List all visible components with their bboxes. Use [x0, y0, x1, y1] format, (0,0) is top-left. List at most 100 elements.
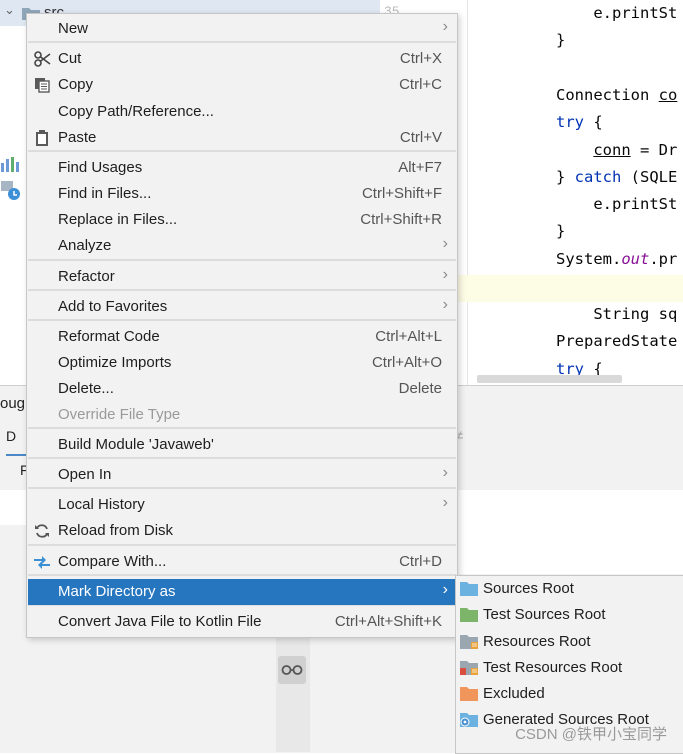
submenu-arrow-icon: ›	[442, 266, 448, 283]
submenu-item-resources-root[interactable]: Resources Root	[456, 629, 683, 655]
menu-item-label: Convert Java File to Kotlin File	[58, 613, 262, 630]
menu-item-label: Cut	[58, 50, 82, 67]
menu-item-label: Reload from Disk	[58, 522, 174, 539]
menu-item-paste[interactable]: Paste Ctrl+V	[28, 125, 456, 151]
code-token: }	[556, 222, 566, 240]
menu-item-label: Local History	[58, 496, 145, 513]
menu-item-add-to-favorites[interactable]: Add to Favorites ›	[28, 294, 456, 320]
code-token: .pr	[649, 250, 678, 268]
code-line: PreparedState	[556, 332, 677, 350]
submenu-item-test-resources-root[interactable]: Test Resources Root	[456, 655, 683, 681]
menu-item-mark-directory-as[interactable]: Mark Directory as ›	[28, 579, 456, 605]
menu-item-copy[interactable]: Copy Ctrl+C	[28, 72, 456, 98]
glasses-button[interactable]	[278, 656, 306, 684]
tool-window-tab[interactable]: D	[6, 428, 26, 456]
menu-item-analyze[interactable]: Analyze ›	[28, 233, 456, 259]
submenu-arrow-icon: ›	[442, 464, 448, 481]
menu-item-reload-from-disk[interactable]: Reload from Disk	[28, 518, 456, 544]
submenu-item-label: Resources Root	[483, 633, 591, 650]
code-token: e.printSt	[593, 4, 678, 22]
menu-item-label: Analyze	[58, 237, 112, 254]
glasses-icon	[281, 665, 303, 675]
menu-item-shortcut: Ctrl+Alt+Shift+K	[334, 613, 442, 630]
compare-icon	[33, 553, 51, 571]
code-token: catch	[574, 168, 622, 186]
code-token: {	[584, 113, 603, 131]
menu-item-shortcut: Ctrl+V	[399, 129, 442, 146]
menu-item-shortcut: Ctrl+C	[399, 76, 442, 93]
menu-item-optimize-imports[interactable]: Optimize Imports Ctrl+Alt+O	[28, 350, 456, 376]
menu-item-shortcut: Ctrl+Alt+O	[371, 354, 442, 371]
menu-item-copy-path-reference[interactable]: Copy Path/Reference...	[28, 99, 456, 125]
menu-item-shortcut: Ctrl+Alt+L	[375, 328, 442, 345]
submenu-item-label: Excluded	[483, 685, 545, 702]
code-line: e.printSt	[556, 4, 677, 22]
menu-item-shortcut: Delete	[398, 380, 442, 397]
menu-item-label: Copy Path/Reference...	[58, 103, 214, 120]
menu-item-compare-with[interactable]: Compare With... Ctrl+D	[28, 549, 456, 575]
code-token: try	[556, 113, 584, 131]
menu-item-label: Find Usages	[58, 159, 143, 176]
menu-item-override-file-type: Override File Type	[28, 402, 456, 428]
expand-chevron-icon[interactable]: ⌄	[4, 2, 15, 18]
menu-item-label: Compare With...	[58, 553, 167, 570]
menu-item-new[interactable]: New ›	[28, 16, 456, 42]
code-line: Connection co	[556, 86, 677, 104]
submenu-item-label: Sources Root	[483, 580, 574, 597]
menu-item-label: Replace in Files...	[58, 211, 178, 228]
menu-item-delete[interactable]: Delete... Delete	[28, 376, 456, 402]
editor-horizontal-scrollbar[interactable]	[477, 375, 622, 383]
submenu-item-test-sources-root[interactable]: Test Sources Root	[456, 602, 683, 628]
test-resources-root-folder-icon	[460, 660, 478, 675]
editor-gutter	[467, 0, 468, 385]
submenu-item-excluded[interactable]: Excluded	[456, 681, 683, 707]
menu-item-shortcut: Ctrl+D	[399, 553, 442, 570]
bar-chart-icon	[1, 157, 19, 172]
menu-item-find-usages[interactable]: Find Usages Alt+F7	[28, 155, 456, 181]
menu-item-shortcut: Alt+F7	[398, 159, 442, 176]
menu-item-replace-in-files[interactable]: Replace in Files... Ctrl+Shift+R	[28, 207, 456, 233]
submenu-item-sources-root[interactable]: Sources Root	[456, 576, 683, 602]
submenu-arrow-icon: ›	[442, 296, 448, 313]
code-token: e.printSt	[593, 195, 678, 213]
menu-item-label: Delete...	[58, 380, 114, 397]
code-line: conn = Dr	[556, 141, 677, 159]
generated-sources-root-folder-icon	[460, 712, 478, 727]
menu-item-build-module-javaweb[interactable]: Build Module 'Javaweb'	[28, 432, 456, 458]
code-token: Connection	[556, 86, 659, 104]
code-line: e.printSt	[556, 195, 677, 213]
menu-item-shortcut: Ctrl+Shift+F	[361, 185, 442, 202]
submenu-arrow-icon: ›	[442, 581, 448, 598]
menu-item-find-in-files[interactable]: Find in Files... Ctrl+Shift+F	[28, 181, 456, 207]
menu-item-local-history[interactable]: Local History ›	[28, 492, 456, 518]
menu-item-cut[interactable]: Cut Ctrl+X	[28, 46, 456, 72]
menu-item-label: Mark Directory as	[58, 583, 176, 600]
resources-root-folder-icon	[460, 634, 478, 649]
scheduled-task-icon	[1, 181, 20, 200]
menu-item-shortcut: Ctrl+Shift+R	[360, 211, 442, 228]
scissors-icon	[33, 50, 51, 68]
code-token: conn	[593, 141, 631, 159]
submenu-item-label: Test Sources Root	[483, 606, 606, 623]
menu-item-open-in[interactable]: Open In ›	[28, 462, 456, 488]
menu-separator	[28, 259, 456, 261]
code-line: String sq	[556, 305, 677, 323]
code-line: }	[556, 222, 565, 240]
code-line: } catch (SQLE	[556, 168, 677, 186]
menu-separator	[28, 544, 456, 546]
output-area	[458, 490, 683, 574]
code-line: try {	[556, 113, 603, 131]
menu-item-refactor[interactable]: Refactor ›	[28, 264, 456, 290]
code-token: }	[556, 31, 566, 49]
code-editor[interactable]: e.printSt} Connection co try { conn = Dr } …	[458, 0, 683, 385]
code-token: (SQLE	[621, 168, 678, 186]
menu-item-reformat-code[interactable]: Reformat Code Ctrl+Alt+L	[28, 324, 456, 350]
tool-window-label: oug	[0, 395, 26, 412]
menu-item-convert-java-file-to-kotlin-file[interactable]: Convert Java File to Kotlin File Ctrl+Alt…	[28, 609, 456, 635]
submenu-arrow-icon: ›	[442, 494, 448, 511]
code-token: }	[556, 168, 575, 186]
copy-icon	[33, 76, 51, 94]
code-token: PreparedState	[556, 332, 678, 350]
code-line: System.out.pr	[556, 250, 677, 268]
menu-item-label: Add to Favorites	[58, 298, 168, 315]
